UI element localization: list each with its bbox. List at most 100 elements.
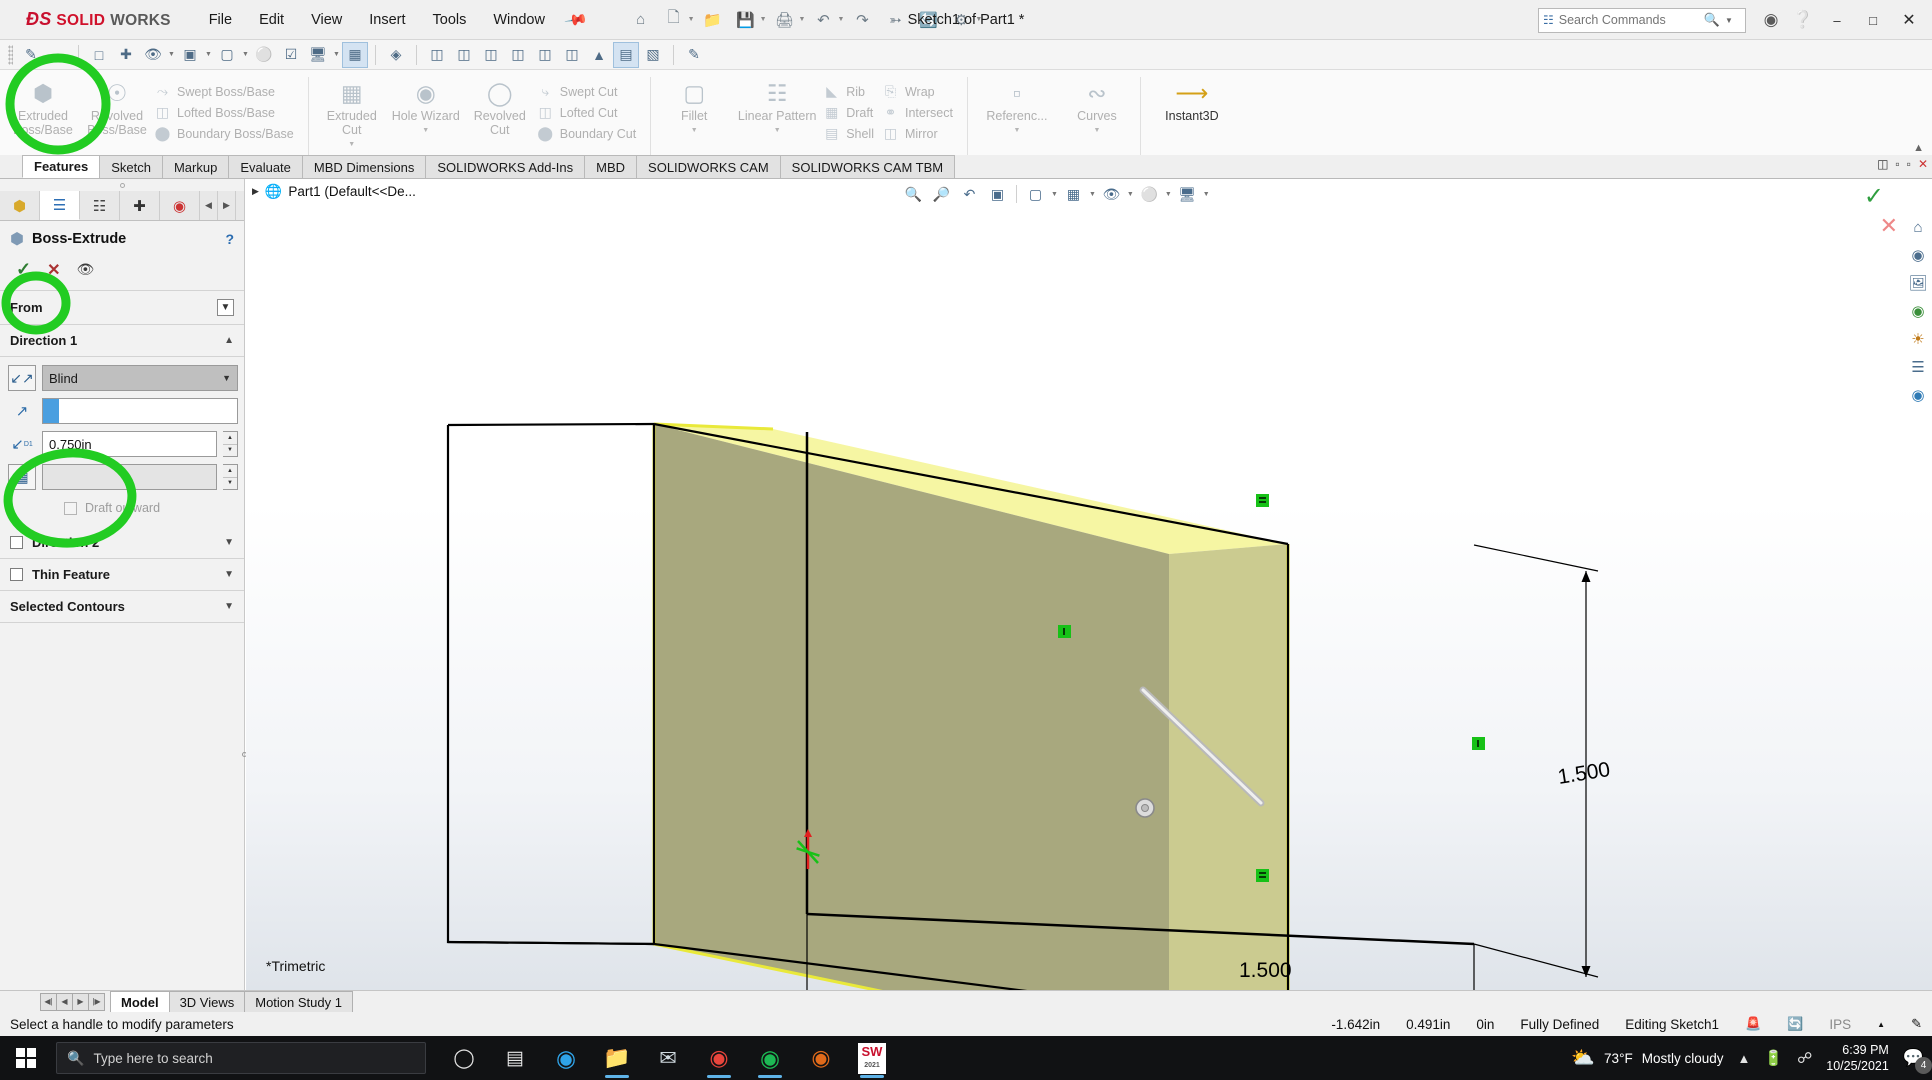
realview-icon[interactable]: ✎ <box>681 42 707 68</box>
fillet-button[interactable]: ▢ Fillet ▼ <box>657 74 731 134</box>
bluetooth-icon[interactable]: ☍ <box>1797 1049 1812 1067</box>
taskbar-search-box[interactable]: 🔍 Type here to search <box>56 1042 426 1074</box>
task-view-icon[interactable]: ▤ <box>491 1036 539 1080</box>
solidworks-icon[interactable]: SW2021 <box>848 1036 896 1080</box>
linear-pattern-button[interactable]: ☷ Linear Pattern ▼ <box>731 74 823 134</box>
graphics-area[interactable]: ▶ 🌐 Part1 (Default<<De... 🔍 🔎 ↶ ▣ ▢▼ ▦▼ … <box>246 179 1932 990</box>
notification-center-icon[interactable]: 💬 4 <box>1903 1048 1924 1068</box>
file-explorer-icon[interactable]: 📁 <box>593 1036 641 1080</box>
shell-button[interactable]: ▤ Shell <box>823 123 882 144</box>
spotify-icon[interactable]: ◉ <box>746 1036 794 1080</box>
fillet-dropdown-icon[interactable]: ▼ <box>691 127 698 134</box>
user-account-icon[interactable]: ◉ <box>1756 5 1786 35</box>
depth-stepper-down[interactable]: ▼ <box>223 445 237 457</box>
hole-wizard-button[interactable]: ◉ Hole Wizard ▼ <box>389 74 463 134</box>
model-right-face[interactable] <box>1169 544 1288 990</box>
reverse-direction-icon[interactable]: ↙↗ <box>8 365 36 391</box>
help-icon[interactable]: ❔ <box>1788 5 1818 35</box>
scene-icon[interactable]: ☑ <box>278 42 304 68</box>
traffic-light-icon[interactable]: 🚨 <box>1745 1016 1761 1032</box>
dimension-height-value[interactable]: 1.500 <box>1556 758 1612 789</box>
windows-start-icon[interactable] <box>0 1036 52 1080</box>
appearance-icon[interactable]: ⚪ <box>251 42 277 68</box>
help-icon[interactable]: ? <box>225 231 234 247</box>
tab-mbd[interactable]: MBD <box>584 155 637 178</box>
prev-tab-button[interactable]: ◀ <box>56 993 73 1011</box>
swept-cut-button[interactable]: ⤷ Swept Cut <box>537 81 644 102</box>
section-direction-2[interactable]: Direction 2 ▼ <box>0 527 244 559</box>
lofted-boss-base-button[interactable]: ◫ Lofted Boss/Base <box>154 102 302 123</box>
dimension-width-value[interactable]: 1.500 <box>1239 959 1292 982</box>
wrap-button[interactable]: ⎘ Wrap <box>882 81 961 102</box>
section-selected-contours[interactable]: Selected Contours ▼ <box>0 591 244 623</box>
bottom-tab-motion-study[interactable]: Motion Study 1 <box>244 991 353 1012</box>
draft-button[interactable]: ▦ Draft <box>823 102 882 123</box>
extruded-cut-dropdown-icon[interactable]: ▼ <box>348 141 355 148</box>
extruded-boss-base-button[interactable]: ⬢ ExtrudedBoss/Base <box>6 74 80 137</box>
microsoft-edge-icon[interactable]: ◉ <box>542 1036 590 1080</box>
cortana-icon[interactable]: ◯ <box>440 1036 488 1080</box>
units-caret-icon[interactable]: ▲ <box>1877 1020 1885 1029</box>
dimxpert-manager-tab[interactable]: ✚ <box>120 191 160 220</box>
section-direction-1[interactable]: Direction 1 ▲ <box>0 325 244 357</box>
doc-close-icon[interactable]: ✕ <box>1918 157 1928 171</box>
chevron-up-icon[interactable]: ▲ <box>224 335 234 346</box>
configuration-manager-tab[interactable]: ☷ <box>80 191 120 220</box>
direction-reference-field[interactable] <box>42 398 238 424</box>
tab-markup[interactable]: Markup <box>162 155 229 178</box>
model-3d-canvas[interactable]: 1.500 1.500 y x z <box>246 179 1932 990</box>
edit-appearance-icon[interactable]: ✎ <box>1911 1016 1922 1032</box>
search-commands-box[interactable]: ☷ 🔍 ▼ <box>1538 8 1746 33</box>
status-unit-system[interactable]: IPS <box>1829 1017 1851 1032</box>
cancel-x-button[interactable]: ✕ <box>47 260 60 280</box>
doc-minimize-icon[interactable]: ▫ <box>1895 157 1899 171</box>
section-view-icon[interactable]: ▣ <box>177 42 203 68</box>
toolbar-grip[interactable] <box>8 45 13 65</box>
chevron-down-icon[interactable]: ▼ <box>224 537 234 548</box>
chevron-down-icon[interactable]: ▼ <box>222 373 231 383</box>
equal-relation-marker[interactable] <box>1256 869 1269 882</box>
smart-dimension-icon[interactable]: ↔ <box>45 42 71 68</box>
display-manager-tab[interactable]: ◉ <box>160 191 200 220</box>
isometric-icon[interactable]: ◈ <box>383 42 409 68</box>
boundary-boss-base-button[interactable]: ⬤ Boundary Boss/Base <box>154 123 302 144</box>
tab-solidworks-cam[interactable]: SOLIDWORKS CAM <box>636 155 781 178</box>
curves-dropdown-icon[interactable]: ▼ <box>1093 127 1100 134</box>
tab-sketch[interactable]: Sketch <box>99 155 163 178</box>
chevron-down-icon[interactable]: ▼ <box>224 569 234 580</box>
equal-relation-marker[interactable] <box>1256 494 1269 507</box>
chevron-down-icon[interactable]: ▼ <box>224 601 234 612</box>
reference-geometry-button[interactable]: ▫ Referenc... ▼ <box>974 74 1060 134</box>
doc-restore-icon[interactable]: ▫ <box>1907 157 1911 171</box>
rebuild-icon[interactable]: 🔄 <box>1787 1016 1803 1032</box>
tab-mbd-dimensions[interactable]: MBD Dimensions <box>302 155 426 178</box>
feature-manager-tab[interactable]: ⬢ <box>0 191 40 220</box>
depth-stepper[interactable]: ▲▼ <box>223 431 238 457</box>
tab-scroll-right-icon[interactable]: ▶ <box>218 191 236 220</box>
draft-stepper[interactable]: ▲▼ <box>223 464 238 490</box>
ribbon-collapse-icon[interactable]: ▲ <box>1913 142 1924 154</box>
last-tab-button[interactable]: |▶ <box>88 993 105 1011</box>
restore-window-icon[interactable]: ◫ <box>1877 157 1888 171</box>
view-axes-icon[interactable]: ✚ <box>113 42 139 68</box>
bottom-tab-3d-views[interactable]: 3D Views <box>169 991 246 1012</box>
ambient-occlusion-icon[interactable]: ▧ <box>640 42 666 68</box>
full-screen-icon[interactable]: 🖥 <box>305 42 331 68</box>
swept-boss-base-button[interactable]: ⤳ Swept Boss/Base <box>154 81 302 102</box>
eye-preview-icon[interactable]: 👁 <box>77 261 95 278</box>
section-thin-feature[interactable]: Thin Feature ▼ <box>0 559 244 591</box>
draft-angle-input[interactable] <box>42 464 217 490</box>
revolved-boss-base-button[interactable]: ☉ RevolvedBoss/Base <box>80 74 154 137</box>
search-input[interactable] <box>1559 13 1699 27</box>
extruded-cut-button[interactable]: ▦ ExtrudedCut ▼ <box>315 74 389 148</box>
firefox-icon[interactable]: ◉ <box>797 1036 845 1080</box>
direction-2-checkbox[interactable] <box>10 536 23 549</box>
rib-button[interactable]: ◣ Rib <box>823 81 882 102</box>
ok-checkmark-button[interactable]: ✓ <box>16 259 31 280</box>
search-icon[interactable]: 🔍 <box>1704 12 1720 28</box>
view-planes-icon[interactable]: □ <box>86 42 112 68</box>
intersect-button[interactable]: ⚭ Intersect <box>882 102 961 123</box>
maximize-button[interactable]: □ <box>1856 1 1890 39</box>
google-chrome-icon[interactable]: ◉ <box>695 1036 743 1080</box>
section-from[interactable]: From ▼ <box>0 291 244 325</box>
